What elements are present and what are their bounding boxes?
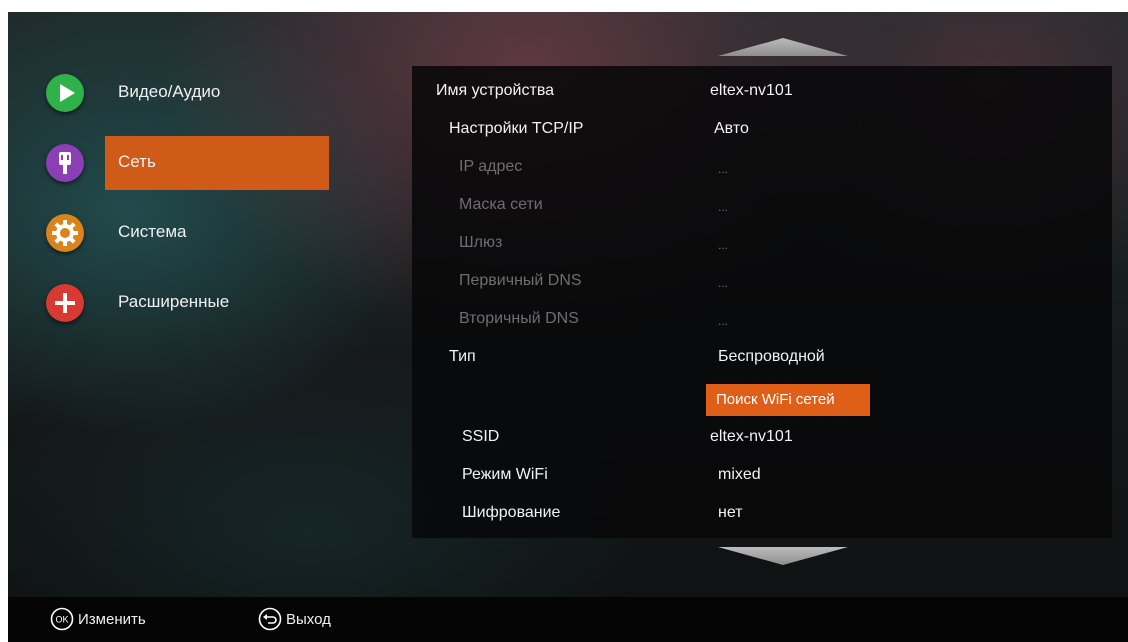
- hint-change-label: Изменить: [78, 611, 146, 628]
- setting-row-tcpip[interactable]: Настройки TCP/IP Авто: [412, 110, 1112, 148]
- menu-item-label: Сеть: [118, 152, 156, 171]
- setting-row-wifi-mode[interactable]: Режим WiFi mixed: [412, 456, 1112, 494]
- setting-label: SSID: [462, 428, 500, 445]
- menu-item-network[interactable]: Сеть: [8, 136, 338, 190]
- setting-label: IP адрес: [459, 158, 523, 175]
- setting-row-device-name[interactable]: Имя устройства eltex-nv101: [412, 72, 1112, 110]
- setting-label: Первичный DNS: [459, 272, 582, 289]
- setting-row-dns2: Вторичный DNS ...: [412, 300, 1112, 338]
- setting-row-mask: Маска сети ...: [412, 186, 1112, 224]
- tv-screen: Видео/Аудио Сеть Система Расширенные Имя…: [8, 12, 1128, 642]
- setting-value: mixed: [718, 466, 761, 483]
- setting-label: Имя устройства: [436, 82, 555, 99]
- ok-button-icon: OK: [50, 607, 74, 631]
- menu-item-label: Видео/Аудио: [118, 82, 221, 101]
- setting-row-type[interactable]: Тип Беспроводной: [412, 338, 1112, 376]
- setting-label: Тип: [449, 348, 476, 365]
- svg-text:OK: OK: [55, 615, 68, 625]
- setting-label: Настройки TCP/IP: [449, 120, 584, 137]
- setting-value: ...: [718, 276, 729, 290]
- setting-label: Шифрование: [462, 504, 561, 521]
- setting-value: Беспроводной: [718, 348, 825, 365]
- menu-item-label: Система: [118, 222, 187, 241]
- bottom-hint-bar: OK Изменить Выход: [8, 597, 1128, 642]
- hint-exit-label: Выход: [286, 611, 331, 628]
- setting-value: ...: [718, 314, 729, 328]
- setting-row-dns1: Первичный DNS ...: [412, 262, 1112, 300]
- network-plug-icon: [46, 144, 84, 182]
- setting-value: eltex-nv101: [710, 428, 793, 445]
- menu-item-advanced[interactable]: Расширенные: [8, 276, 338, 330]
- setting-value: ...: [718, 200, 729, 214]
- wifi-search-button[interactable]: Поиск WiFi сетей: [706, 384, 870, 416]
- setting-label: Режим WiFi: [462, 466, 548, 483]
- menu-item-system[interactable]: Система: [8, 206, 338, 260]
- network-settings-panel: Имя устройства eltex-nv101 Настройки TCP…: [412, 66, 1112, 538]
- play-icon: [46, 74, 84, 112]
- scroll-down-arrow-icon[interactable]: [718, 545, 848, 567]
- setting-label: Шлюз: [459, 234, 503, 251]
- setting-row-ssid[interactable]: SSID eltex-nv101: [412, 418, 1112, 456]
- setting-value: ...: [718, 162, 729, 176]
- setting-row-encryption[interactable]: Шифрование нет: [412, 494, 1112, 532]
- setting-label: Вторичный DNS: [459, 310, 579, 327]
- setting-value: Авто: [714, 120, 749, 137]
- setting-value: нет: [718, 504, 743, 521]
- gear-icon: [46, 214, 84, 252]
- setting-value: eltex-nv101: [710, 82, 793, 99]
- back-arrow-icon: [258, 607, 282, 631]
- scroll-up-arrow-icon[interactable]: [718, 36, 848, 58]
- menu-item-label: Расширенные: [118, 292, 230, 311]
- plus-icon: [46, 284, 84, 322]
- setting-label: Маска сети: [459, 196, 543, 213]
- menu-item-video-audio[interactable]: Видео/Аудио: [8, 66, 338, 120]
- setting-row-gateway: Шлюз ...: [412, 224, 1112, 262]
- setting-value: ...: [718, 238, 729, 252]
- setting-row-ip: IP адрес ...: [412, 148, 1112, 186]
